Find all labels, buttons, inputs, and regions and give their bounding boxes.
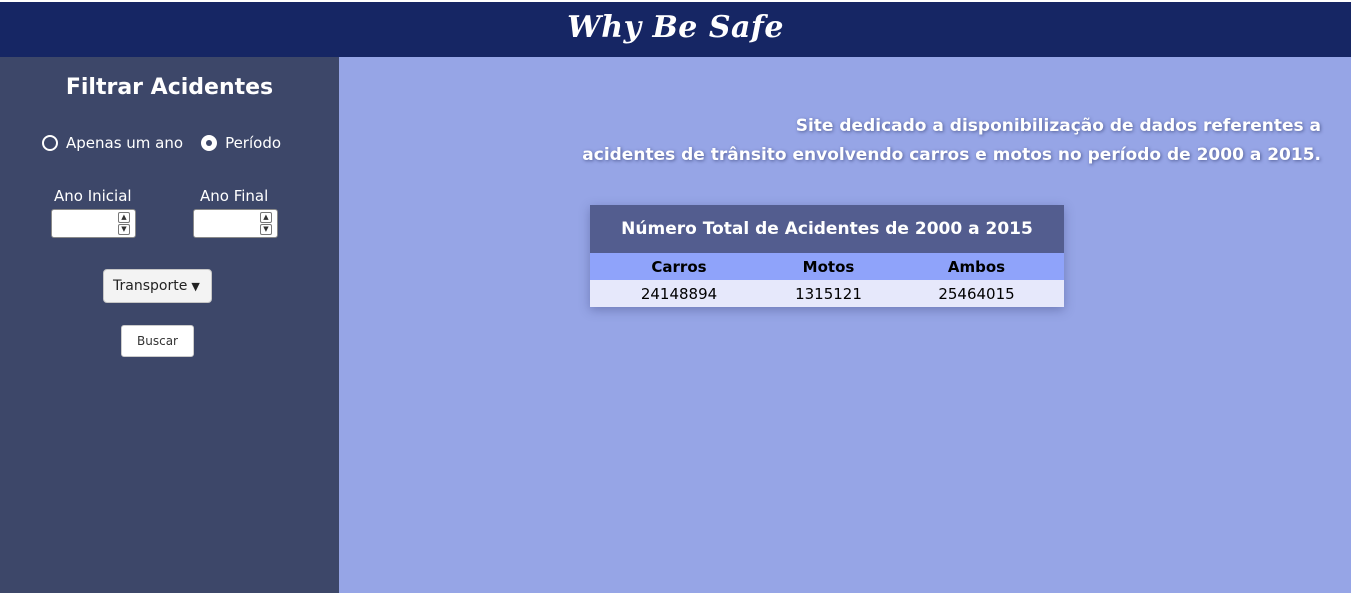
spin-down-icon[interactable]: ▼	[260, 224, 272, 235]
radio-period-label[interactable]: Período	[225, 134, 281, 152]
table-header-row: Carros Motos Ambos	[590, 253, 1064, 280]
ano-inicial-label: Ano Inicial	[54, 187, 132, 205]
search-button[interactable]: Buscar	[121, 325, 194, 357]
chevron-down-icon: ▼	[191, 279, 200, 293]
site-intro: Site dedicado a disponibilização de dado…	[582, 112, 1321, 170]
intro-line-2: acidentes de trânsito envolvendo carros …	[582, 145, 1321, 165]
transport-select-value: Transporte	[113, 278, 188, 294]
ano-final-spinner[interactable]: ▲ ▼	[260, 212, 272, 235]
column-header-motos: Motos	[802, 257, 855, 276]
site-title: Why Be Safe	[567, 10, 784, 45]
filter-sidebar: Filtrar Acidentes Apenas um ano Período …	[0, 57, 339, 593]
transport-select[interactable]: Transporte ▼	[103, 269, 212, 303]
period-mode-radios: Apenas um ano Período	[42, 134, 299, 152]
cell-carros: 24148894	[640, 284, 718, 303]
site-header: Why Be Safe	[0, 0, 1351, 57]
radio-single-year[interactable]	[42, 135, 58, 151]
spin-down-icon[interactable]: ▼	[118, 224, 130, 235]
table-caption: Número Total de Acidentes de 2000 a 2015	[590, 205, 1064, 253]
column-header-carros: Carros	[651, 257, 707, 276]
radio-single-year-label[interactable]: Apenas um ano	[66, 134, 183, 152]
cell-motos: 1315121	[795, 284, 862, 303]
ano-final-input[interactable]: ▲ ▼	[193, 209, 278, 238]
column-header-ambos: Ambos	[947, 257, 1006, 276]
cell-ambos: 25464015	[938, 284, 1015, 303]
ano-final-label: Ano Final	[200, 187, 269, 205]
spin-up-icon[interactable]: ▲	[260, 212, 272, 223]
accidents-total-table: Número Total de Acidentes de 2000 a 2015…	[590, 205, 1064, 307]
ano-inicial-input[interactable]: ▲ ▼	[51, 209, 136, 238]
ano-inicial-spinner[interactable]: ▲ ▼	[118, 212, 130, 235]
table-row: 24148894 1315121 25464015	[590, 280, 1064, 307]
radio-period[interactable]	[201, 135, 218, 151]
filter-title: Filtrar Acidentes	[65, 75, 274, 100]
intro-line-1: Site dedicado a disponibilização de dado…	[795, 116, 1321, 136]
spin-up-icon[interactable]: ▲	[118, 212, 130, 223]
